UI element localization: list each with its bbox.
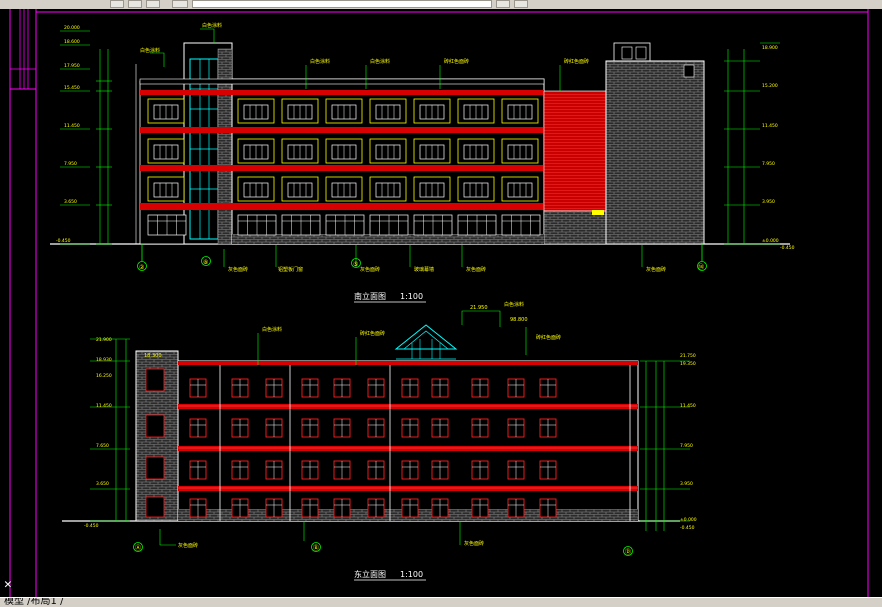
- svg-text:11.450: 11.450: [762, 123, 778, 129]
- layer-dropdown[interactable]: [192, 0, 492, 8]
- south-grid-left: ②: [139, 264, 145, 271]
- svg-text:98.800: 98.800: [510, 317, 528, 323]
- svg-text:3.650: 3.650: [64, 199, 77, 205]
- svg-text:15.450: 15.450: [64, 85, 80, 91]
- cad-drawing: 白色涂料 白色涂料 白色涂料 白色涂料 砖红色面砖 砖红色面砖 灰色面砖 铝塑板…: [9, 9, 869, 597]
- toolbar-button[interactable]: [514, 0, 528, 8]
- svg-text:21.950: 21.950: [470, 305, 488, 311]
- svg-text:白色涂料: 白色涂料: [504, 301, 524, 308]
- svg-text:21.900: 21.900: [96, 337, 112, 343]
- svg-text:±0.000: ±0.000: [680, 517, 697, 523]
- ucs-icon: ✕: [4, 577, 12, 592]
- svg-text:-0.450: -0.450: [780, 245, 795, 251]
- svg-text:灰色面砖: 灰色面砖: [360, 266, 380, 273]
- svg-text:-0.450: -0.450: [84, 523, 99, 529]
- east-elevation-title: 东立面图: [354, 569, 386, 579]
- svg-text:18.600: 18.600: [64, 39, 80, 45]
- svg-text:11.450: 11.450: [96, 403, 112, 409]
- south-elevation-title: 南立面图: [354, 291, 386, 301]
- svg-text:白色涂料: 白色涂料: [202, 22, 222, 29]
- east-grid-left: Ⓐ: [135, 544, 141, 552]
- svg-text:19.350: 19.350: [680, 361, 696, 367]
- svg-text:7.950: 7.950: [64, 161, 77, 167]
- toolbar-button[interactable]: [128, 0, 142, 8]
- toolbar-button[interactable]: [110, 0, 124, 8]
- svg-text:11.450: 11.450: [64, 123, 80, 129]
- drawing-viewport[interactable]: 白色涂料 白色涂料 白色涂料 白色涂料 砖红色面砖 砖红色面砖 灰色面砖 铝塑板…: [0, 9, 882, 597]
- east-elevation: 白色涂料 98.800 砖红色面砖 白色涂料 砖红色面砖 灰色面砖 灰色面砖 2…: [62, 301, 697, 581]
- east-elevation-scale: 1:100: [400, 570, 423, 579]
- svg-text:白色涂料: 白色涂料: [140, 47, 160, 54]
- svg-text:铝塑板门窗: 铝塑板门窗: [278, 266, 303, 273]
- svg-text:砖红色面砖: 砖红色面砖: [536, 334, 561, 341]
- svg-text:7.950: 7.950: [680, 443, 693, 449]
- svg-text:-0.450: -0.450: [680, 525, 695, 531]
- svg-text:3.950: 3.950: [762, 199, 775, 205]
- south-grid-right: ⑭: [698, 263, 704, 271]
- svg-text:砖红色面砖: 砖红色面砖: [564, 58, 589, 65]
- svg-text:21.750: 21.750: [680, 353, 696, 359]
- svg-text:3.650: 3.650: [96, 481, 109, 487]
- toolbar-button[interactable]: [146, 0, 160, 8]
- svg-text:7.950: 7.950: [762, 161, 775, 167]
- svg-text:16.250: 16.250: [96, 373, 112, 379]
- svg-text:玻璃幕墙: 玻璃幕墙: [414, 266, 434, 273]
- svg-text:7.650: 7.650: [96, 443, 109, 449]
- svg-text:灰色面砖: 灰色面砖: [466, 266, 486, 273]
- svg-text:灰色面砖: 灰色面砖: [178, 542, 198, 549]
- svg-text:15.200: 15.200: [762, 83, 778, 89]
- svg-text:±0.000: ±0.000: [762, 238, 779, 244]
- svg-text:灰色面砖: 灰色面砖: [646, 266, 666, 273]
- south-grid-mid-b: ⑤: [353, 261, 358, 268]
- svg-text:白色涂料: 白色涂料: [262, 326, 282, 333]
- svg-text:20.000: 20.000: [64, 25, 80, 31]
- svg-text:17.950: 17.950: [64, 63, 80, 69]
- svg-text:砖红色面砖: 砖红色面砖: [360, 330, 385, 337]
- svg-text:18.930: 18.930: [96, 357, 112, 363]
- south-grid-mid-a: ⑧: [203, 259, 208, 266]
- south-elevation: 白色涂料 白色涂料 白色涂料 白色涂料 砖红色面砖 砖红色面砖 灰色面砖 铝塑板…: [50, 22, 795, 303]
- svg-text:灰色面砖: 灰色面砖: [464, 540, 484, 547]
- svg-text:3.950: 3.950: [680, 481, 693, 487]
- svg-text:白色涂料: 白色涂料: [370, 58, 390, 65]
- svg-text:白色涂料: 白色涂料: [310, 58, 330, 65]
- toolbar-button[interactable]: [496, 0, 510, 8]
- east-grid-mid: Ⓑ: [313, 544, 319, 552]
- svg-text:11.450: 11.450: [680, 403, 696, 409]
- svg-text:18.900: 18.900: [762, 45, 778, 51]
- toolbar-button[interactable]: [172, 0, 188, 8]
- svg-text:灰色面砖: 灰色面砖: [228, 266, 248, 273]
- svg-text:-0.450: -0.450: [56, 238, 71, 244]
- svg-text:砖红色面砖: 砖红色面砖: [444, 58, 469, 65]
- svg-text:18.300: 18.300: [144, 353, 162, 359]
- east-grid-right: Ⓓ: [625, 548, 631, 556]
- south-elevation-scale: 1:100: [400, 292, 423, 301]
